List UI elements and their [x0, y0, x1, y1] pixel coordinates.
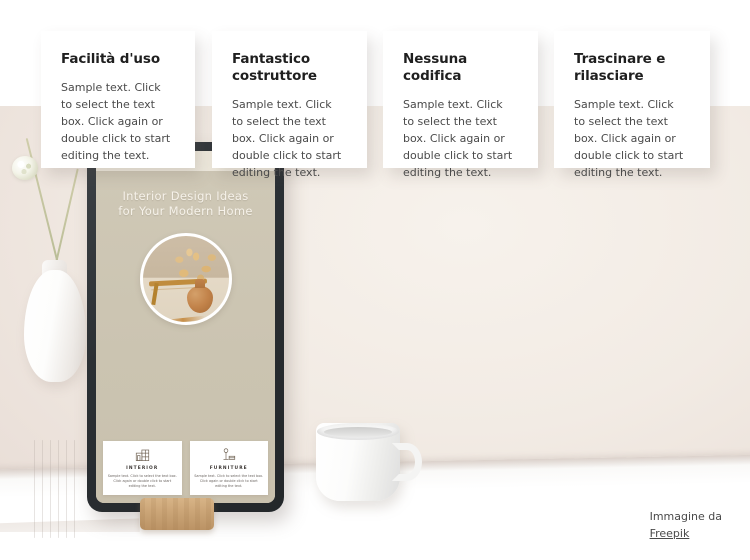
attribution-source-link[interactable]: Freepik — [650, 527, 690, 540]
tablet-device: Interior Design Ideas for Your Modern Ho… — [87, 142, 284, 512]
feature-card[interactable]: Fantastico costruttore Sample text. Clic… — [212, 31, 367, 179]
feature-card[interactable]: Trascinare e rilasciare Sample text. Cli… — [554, 31, 710, 179]
tablet-feature-card-interior[interactable]: INTERIOR Sample text. Click to select th… — [103, 441, 182, 495]
tablet-hero-title: Interior Design Ideas for Your Modern Ho… — [96, 189, 275, 219]
ceramic-mug — [316, 423, 422, 501]
hero-terracotta-jug — [187, 279, 213, 313]
vase-body — [24, 270, 86, 538]
screenshot-stage: Interior Design Ideas for Your Modern Ho… — [0, 0, 750, 560]
attribution-prefix: Immagine da — [649, 510, 722, 523]
mug-handle — [392, 443, 422, 481]
tablet-hero-section: Interior Design Ideas for Your Modern Ho… — [96, 171, 275, 503]
tablet-feature-cards: INTERIOR Sample text. Click to select th… — [103, 441, 268, 495]
feature-card-body: Sample text. Click to select the text bo… — [574, 98, 684, 179]
tablet-feature-card-furniture[interactable]: FURNITURE Sample text. Click to select t… — [189, 441, 268, 495]
tablet-feature-label: INTERIOR — [126, 466, 159, 471]
feature-card-title: Facilità d'uso — [61, 51, 161, 67]
feature-card-title: Trascinare e rilasciare — [574, 51, 666, 84]
image-attribution: Immagine da Freepik — [650, 508, 722, 542]
tablet-feature-text: Sample text. Click to select the text bo… — [107, 474, 177, 488]
feature-card-body: Sample text. Click to select the text bo… — [61, 81, 171, 162]
feature-card-title: Fantastico costruttore — [232, 51, 317, 84]
hero-foreground-plank — [160, 315, 206, 322]
feature-card[interactable]: Nessuna codifica Sample text. Click to s… — [383, 31, 538, 179]
floor-strip — [0, 532, 750, 560]
feature-card-body: Sample text. Click to select the text bo… — [403, 98, 513, 179]
mug-rim — [317, 423, 399, 440]
wooden-tablet-stand — [140, 498, 214, 530]
tablet-feature-label: FURNITURE — [209, 466, 248, 471]
tablet-screen: Interior Design Ideas for Your Modern Ho… — [96, 151, 275, 503]
furniture-lamp-icon — [194, 447, 265, 463]
feature-card[interactable]: Facilità d'uso Sample text. Click to sel… — [41, 31, 195, 168]
interior-house-icon — [107, 447, 178, 463]
flower-bloom-left — [12, 156, 38, 180]
feature-card-title: Nessuna codifica — [403, 51, 468, 84]
tablet-feature-text: Sample text. Click to select the text bo… — [194, 474, 264, 488]
feature-card-body: Sample text. Click to select the text bo… — [232, 98, 342, 179]
tablet-hero-circle-image — [140, 233, 232, 325]
tablet-hero-title-line1: Interior Design Ideas — [122, 189, 249, 203]
tablet-hero-title-line2: for Your Modern Home — [118, 204, 253, 218]
